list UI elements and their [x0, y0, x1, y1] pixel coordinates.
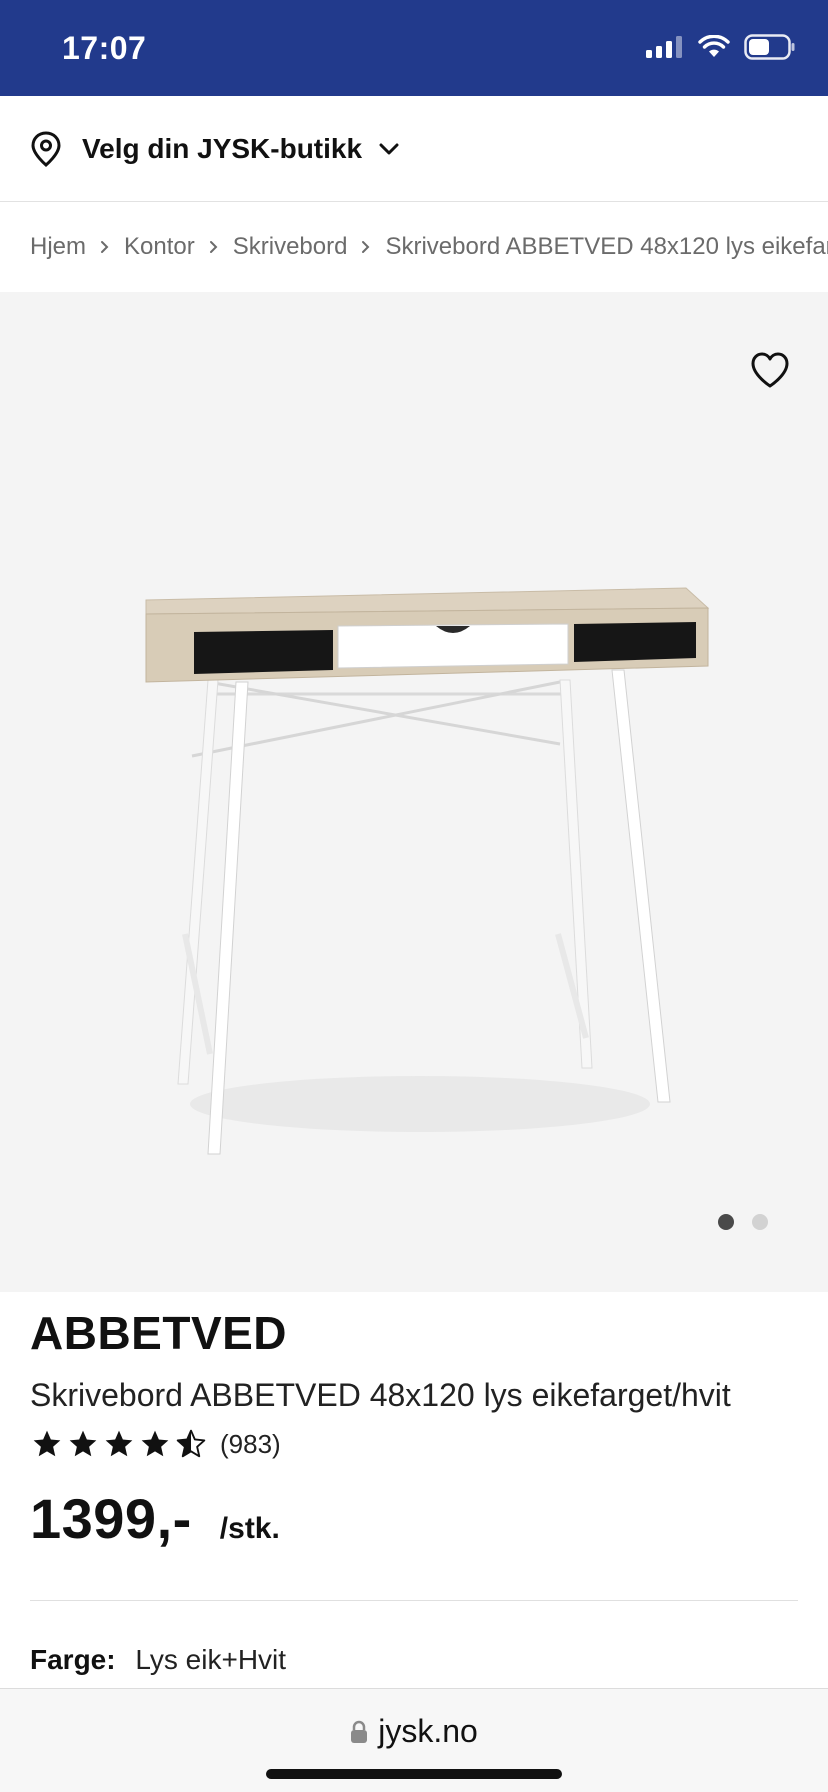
heart-icon[interactable] — [748, 348, 792, 392]
price-unit: /stk. — [219, 1512, 280, 1545]
desk-product-image — [145, 587, 710, 1155]
breadcrumb: Hjem Kontor Skrivebord Skrivebord ABBETV… — [30, 202, 828, 292]
browser-url-bar[interactable]: jysk.no — [0, 1688, 828, 1792]
gallery-dot-2[interactable] — [752, 1214, 768, 1230]
color-label: Farge: — [30, 1644, 116, 1675]
product-gallery[interactable] — [0, 292, 828, 1292]
star-full-icon — [33, 1430, 61, 1457]
chevron-down-icon — [379, 143, 399, 154]
breadcrumb-item-current: Skrivebord ABBETVED 48x120 lys eikefarge… — [385, 233, 828, 260]
star-full-icon — [141, 1430, 169, 1457]
color-row: Farge: Lys eik+Hvit — [30, 1644, 286, 1676]
star-full-icon — [105, 1430, 133, 1457]
signal-icon — [646, 36, 682, 58]
home-indicator — [266, 1769, 562, 1779]
product-brand-title: ABBETVED — [30, 1307, 288, 1359]
battery-icon — [744, 34, 795, 60]
location-pin-icon — [31, 130, 61, 167]
product-price: 1399,- — [30, 1487, 192, 1550]
breadcrumb-item-hjem[interactable]: Hjem — [30, 233, 86, 261]
chevron-right-icon — [209, 240, 219, 254]
star-half-icon — [176, 1429, 206, 1458]
url-display[interactable]: jysk.no — [0, 1713, 828, 1750]
url-text: jysk.no — [378, 1713, 478, 1749]
store-selector-label: Velg din JYSK-butikk — [82, 132, 363, 164]
breadcrumb-item-skrivebord[interactable]: Skrivebord — [233, 233, 348, 261]
chevron-right-icon — [100, 240, 110, 254]
divider — [30, 1600, 798, 1601]
wifi-icon — [698, 35, 730, 57]
rating-row[interactable]: (983) — [30, 1428, 281, 1460]
chevron-right-icon — [361, 240, 371, 254]
breadcrumb-item-kontor[interactable]: Kontor — [124, 233, 195, 261]
status-bar: 17:07 — [0, 0, 828, 96]
gallery-dot-1[interactable] — [718, 1214, 734, 1230]
store-selector[interactable]: Velg din JYSK-butikk — [0, 96, 828, 202]
rating-count: (983) — [220, 1428, 281, 1459]
status-time: 17:07 — [62, 30, 147, 66]
color-value: Lys eik+Hvit — [135, 1644, 287, 1675]
status-icons — [646, 34, 796, 60]
rating-stars — [30, 1428, 208, 1460]
product-subtitle: Skrivebord ABBETVED 48x120 lys eikefarge… — [30, 1377, 731, 1413]
lock-icon — [351, 1720, 368, 1743]
price-row: 1399,- /stk. — [30, 1486, 280, 1551]
star-full-icon — [69, 1430, 97, 1457]
gallery-pagination — [718, 1214, 768, 1230]
